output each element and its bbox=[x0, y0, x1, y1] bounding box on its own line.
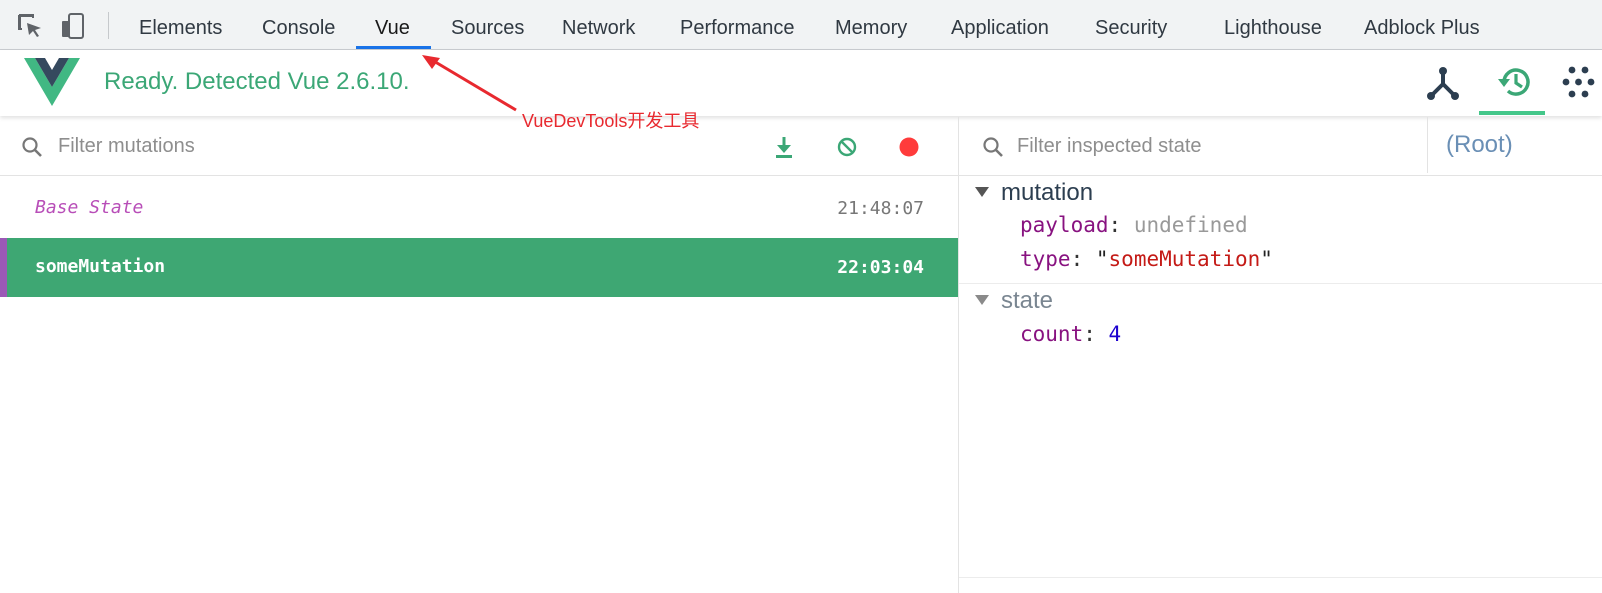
search-icon bbox=[983, 137, 1003, 157]
tab-lighthouse[interactable]: Lighthouse bbox=[1224, 0, 1322, 50]
clear-icon[interactable] bbox=[831, 131, 863, 163]
mutation-time: 21:48:07 bbox=[837, 198, 924, 219]
tab-adblock-plus[interactable]: Adblock Plus bbox=[1364, 0, 1480, 50]
caret-down-icon bbox=[975, 187, 989, 198]
mutation-row-base-state[interactable]: Base State 21:48:07 bbox=[0, 179, 958, 238]
mutation-section-toggle[interactable]: mutation bbox=[975, 179, 1093, 207]
property-value: 4 bbox=[1108, 322, 1122, 346]
property-key: count bbox=[1020, 322, 1084, 346]
vue-detected-status: Ready. Detected Vue 2.6.10. bbox=[104, 68, 410, 95]
inspect-element-icon[interactable] bbox=[15, 11, 45, 41]
state-section-toggle[interactable]: state bbox=[975, 287, 1053, 315]
tab-sources[interactable]: Sources bbox=[451, 0, 524, 50]
pane-bottom-border bbox=[959, 577, 1602, 578]
mutation-name: Base State bbox=[35, 197, 144, 218]
annotation-label: VueDevTools开发工具 bbox=[522, 111, 700, 131]
tab-memory[interactable]: Memory bbox=[835, 0, 907, 50]
tab-console[interactable]: Console bbox=[262, 0, 335, 50]
filter-mutations-input[interactable] bbox=[58, 131, 698, 161]
section-divider bbox=[959, 283, 1602, 284]
mutations-pane: Base State 21:48:07 someMutation 22:03:0… bbox=[0, 117, 958, 593]
tab-vue[interactable]: Vue bbox=[375, 0, 410, 50]
caret-down-icon bbox=[975, 295, 989, 306]
type-property: type: "someMutation" bbox=[1020, 247, 1273, 271]
count-property: count: 4 bbox=[1020, 322, 1122, 346]
events-tab-button[interactable] bbox=[1545, 50, 1602, 116]
tab-elements[interactable]: Elements bbox=[139, 0, 222, 50]
device-toolbar-icon[interactable] bbox=[58, 11, 88, 41]
mutation-row-some-mutation[interactable]: someMutation 22:03:04 bbox=[0, 238, 958, 297]
active-tab-indicator bbox=[356, 46, 431, 49]
property-key: payload bbox=[1020, 213, 1109, 237]
state-inspector-pane: (Root) mutation payload: undefined type:… bbox=[959, 117, 1602, 593]
components-tree-icon bbox=[1427, 67, 1459, 100]
root-breadcrumb[interactable]: (Root) bbox=[1427, 117, 1602, 173]
record-icon[interactable] bbox=[893, 131, 925, 163]
mutations-toolbar bbox=[0, 117, 958, 176]
vue-devtools-header: Ready. Detected Vue 2.6.10. bbox=[0, 50, 1602, 116]
tab-network[interactable]: Network bbox=[562, 0, 635, 50]
filter-inspected-state-input[interactable] bbox=[1017, 131, 1377, 161]
section-label: state bbox=[1001, 287, 1054, 314]
property-value: someMutation bbox=[1108, 247, 1261, 271]
download-icon[interactable] bbox=[768, 131, 800, 163]
selected-row-accent bbox=[0, 238, 7, 297]
events-dots-icon bbox=[1562, 66, 1595, 98]
active-panel-indicator bbox=[1479, 111, 1545, 115]
devtools-tab-bar: Elements Console Vue Sources Network Per… bbox=[0, 0, 1602, 50]
tab-application[interactable]: Application bbox=[951, 0, 1049, 50]
vue-logo-icon bbox=[24, 58, 80, 106]
vuex-history-tab-button[interactable] bbox=[1479, 50, 1545, 116]
tab-performance[interactable]: Performance bbox=[680, 0, 795, 50]
toolbar-divider bbox=[108, 12, 109, 39]
components-tab-button[interactable] bbox=[1410, 50, 1476, 116]
property-key: type bbox=[1020, 247, 1071, 271]
state-inspector-toolbar: (Root) bbox=[959, 117, 1602, 176]
section-label: mutation bbox=[1001, 179, 1094, 206]
annotation-arrow-icon bbox=[422, 55, 517, 112]
property-value: undefined bbox=[1133, 213, 1248, 237]
search-icon bbox=[22, 137, 42, 157]
tab-security[interactable]: Security bbox=[1095, 0, 1167, 50]
mutation-name: someMutation bbox=[35, 256, 166, 277]
mutation-time: 22:03:04 bbox=[837, 257, 924, 278]
payload-property: payload: undefined bbox=[1020, 213, 1248, 237]
history-icon bbox=[1498, 68, 1530, 96]
